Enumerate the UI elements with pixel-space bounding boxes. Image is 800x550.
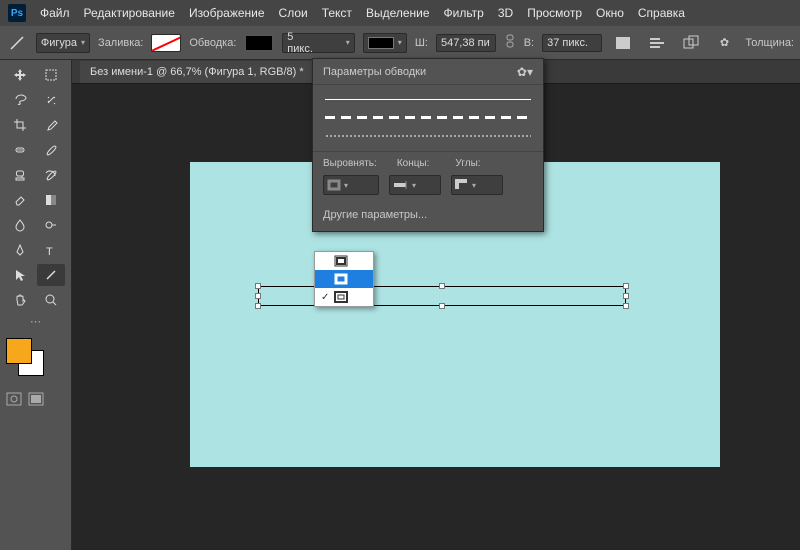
marquee-tool[interactable] [37,64,65,86]
blur-tool[interactable] [6,214,34,236]
more-options-link[interactable]: Другие параметры... [313,203,543,231]
options-bar: Фигура▾ Заливка: Обводка: 5 пикс.▾ ▾ Ш: … [0,26,800,60]
menu-help[interactable]: Справка [638,6,685,20]
menu-view[interactable]: Просмотр [527,6,582,20]
menu-bar: Ps Файл Редактирование Изображение Слои … [0,0,800,26]
stroke-options-popup: Параметры обводки ✿▾ Выровнять: Концы: У… [312,58,544,232]
stroke-preset-solid[interactable] [325,99,531,100]
stroke-width-dropdown[interactable]: 5 пикс.▾ [282,33,355,53]
height-input[interactable]: 37 пикс. [542,34,602,52]
mode-dropdown[interactable]: Фигура▾ [36,33,90,53]
wand-tool[interactable] [37,89,65,111]
svg-text:T: T [46,246,53,257]
stroke-label: Обводка: [189,37,236,49]
menu-layers[interactable]: Слои [279,6,308,20]
corners-dropdown[interactable]: ▾ [451,175,503,195]
menu-filter[interactable]: Фильтр [444,6,484,20]
eraser-tool[interactable] [6,189,34,211]
crop-tool[interactable] [6,114,34,136]
caps-dropdown[interactable]: ▾ [389,175,441,195]
line-tool-icon [6,32,28,54]
stroke-style-dropdown[interactable]: ▾ [363,33,407,53]
menu-image[interactable]: Изображение [189,6,265,20]
quickmask-icon[interactable] [6,392,22,409]
history-brush-tool[interactable] [37,164,65,186]
align-icon[interactable] [610,32,636,54]
gradient-tool[interactable] [37,189,65,211]
menu-3d[interactable]: 3D [498,6,513,20]
path-ops-icon[interactable] [678,32,704,54]
stroke-preset-dashed[interactable] [325,116,531,119]
type-tool[interactable]: T [37,239,65,261]
zoom-tool[interactable] [37,289,65,311]
menu-edit[interactable]: Редактирование [84,6,175,20]
fg-color-swatch[interactable] [6,338,32,364]
dodge-tool[interactable] [37,214,65,236]
align-dropdown[interactable]: ▾ [323,175,379,195]
stroke-presets [313,85,543,152]
align-dropdown-list: ✓ [314,251,374,307]
lasso-tool[interactable] [6,89,34,111]
menu-window[interactable]: Окно [596,6,624,20]
align-label: Выровнять: [323,158,377,169]
document-tab[interactable]: Без имени-1 @ 66,7% (Фигура 1, RGB/8) * [80,61,314,83]
menu-file[interactable]: Файл [40,6,70,20]
menu-select[interactable]: Выделение [366,6,430,20]
color-swatches[interactable] [6,338,46,378]
corners-label: Углы: [455,158,480,169]
line-shape-tool[interactable] [37,264,65,286]
fill-label: Заливка: [98,37,143,49]
thickness-label: Толщина: [745,37,794,49]
toolbox: T ⋯ [0,60,72,550]
stroke-preset-dotted[interactable] [325,135,531,137]
gear-icon[interactable]: ✿ [712,32,738,54]
fill-swatch[interactable] [151,34,181,52]
align-option-outside[interactable]: ✓ [315,288,373,306]
screenmode-icon[interactable] [28,392,44,409]
heal-tool[interactable] [6,139,34,161]
path-select-tool[interactable] [6,264,34,286]
link-wh-icon[interactable] [504,34,516,51]
width-label: Ш: [415,37,428,49]
pen-tool[interactable] [6,239,34,261]
caps-label: Концы: [397,158,430,169]
width-input[interactable]: 547,38 пи [436,34,496,52]
height-label: В: [524,37,534,49]
popup-title: Параметры обводки [323,66,426,78]
eyedropper-tool[interactable] [37,114,65,136]
menu-text[interactable]: Текст [322,6,352,20]
stamp-tool[interactable] [6,164,34,186]
stroke-swatch[interactable] [244,34,274,52]
align-option-inside[interactable] [315,252,373,270]
align-option-center[interactable] [315,270,373,288]
brush-tool[interactable] [37,139,65,161]
move-tool[interactable] [6,64,34,86]
hand-tool[interactable] [6,289,34,311]
popup-gear-icon[interactable]: ✿▾ [517,65,533,79]
arrange-icon[interactable] [644,32,670,54]
app-logo: Ps [8,4,26,22]
